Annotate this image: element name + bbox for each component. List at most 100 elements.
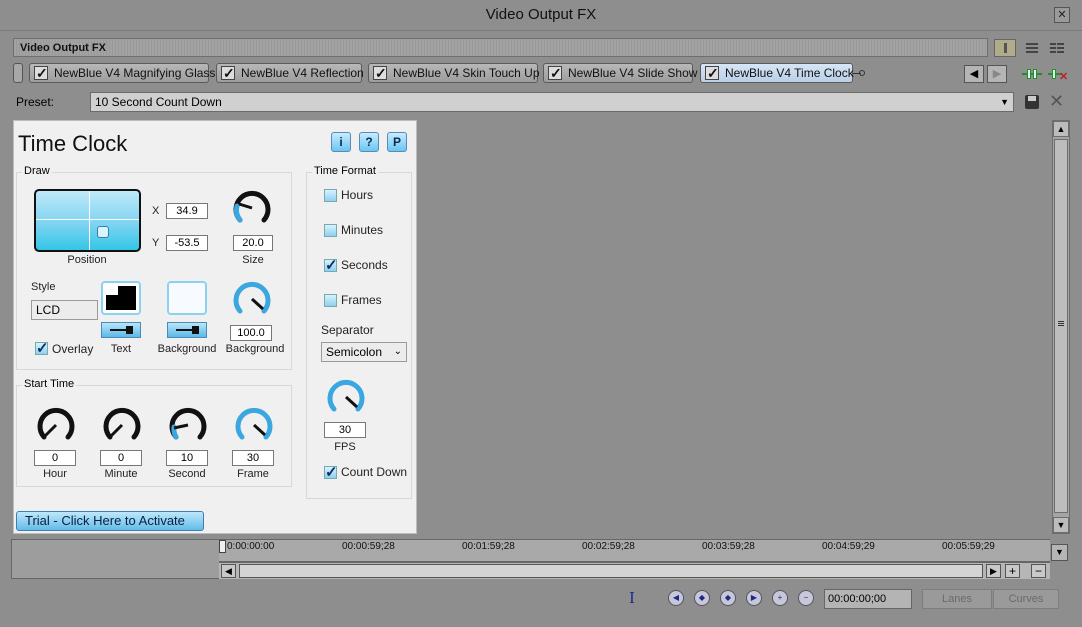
minute-input[interactable]: 0 — [100, 450, 142, 466]
y-input[interactable]: -53.5 — [166, 235, 208, 251]
view-list-icon[interactable] — [1022, 39, 1044, 57]
presets-button[interactable]: P — [387, 132, 407, 152]
frame-input[interactable]: 30 — [232, 450, 274, 466]
add-keyframe-icon[interactable]: + — [772, 590, 788, 606]
delete-keyframe-icon[interactable]: − — [798, 590, 814, 606]
playhead[interactable] — [219, 540, 226, 553]
chain-start-handle[interactable] — [13, 63, 23, 83]
delete-preset-icon[interactable]: ✕ — [1049, 91, 1064, 112]
fps-knob[interactable] — [324, 375, 368, 419]
chain-tab-magnifying-glass[interactable]: NewBlue V4 Magnifying Glass — [29, 63, 215, 83]
chain-tab-label: NewBlue V4 Time Clock — [725, 66, 854, 80]
second-input[interactable]: 10 — [166, 450, 208, 466]
lanes-button[interactable]: Lanes — [922, 589, 992, 609]
timeline-ruler[interactable]: 0:00:00:00 00:00:59;28 00:01:59;28 00:02… — [219, 540, 1050, 562]
info-button[interactable]: i — [331, 132, 351, 152]
frame-knob[interactable] — [232, 403, 276, 447]
draw-group-label: Draw — [22, 165, 52, 177]
chain-tab-time-clock[interactable]: NewBlue V4 Time Clock — [700, 63, 854, 83]
curves-button[interactable]: Curves — [993, 589, 1059, 609]
x-input[interactable]: 34.9 — [166, 203, 208, 219]
prev-plugin-button[interactable]: ◀ — [964, 65, 984, 83]
count-down-checkbox[interactable] — [324, 463, 338, 481]
background-label-2: Background — [225, 343, 285, 355]
style-dropdown[interactable]: LCD — [31, 300, 98, 320]
time-input[interactable]: 00:00:00;00 — [824, 589, 912, 609]
text-opacity-slider[interactable] — [101, 322, 141, 338]
size-label: Size — [242, 254, 264, 266]
hour-input[interactable]: 0 — [34, 450, 76, 466]
position-pad[interactable] — [34, 189, 141, 252]
background-opacity-slider[interactable] — [167, 322, 207, 338]
next-keyframe-icon[interactable]: ◆ — [720, 590, 736, 606]
zoom-out-icon[interactable]: − — [1031, 564, 1046, 578]
frames-checkbox[interactable] — [324, 294, 337, 307]
activate-button[interactable]: Trial - Click Here to Activate — [16, 511, 204, 531]
minute-knob[interactable] — [100, 403, 144, 447]
size-knob[interactable] — [230, 186, 274, 230]
start-time-label: Start Time — [22, 378, 77, 390]
minutes-checkbox[interactable] — [324, 224, 337, 237]
size-input[interactable]: 20.0 — [233, 235, 273, 251]
scroll-up-icon[interactable]: ▲ — [1053, 121, 1069, 137]
plugin-chain: NewBlue V4 Magnifying Glass NewBlue V4 R… — [13, 63, 868, 85]
help-button[interactable]: ? — [359, 132, 379, 152]
timeline-scroll-thumb[interactable] — [239, 564, 983, 578]
close-button[interactable]: ✕ — [1054, 7, 1070, 23]
background-input[interactable]: 100.0 — [230, 325, 272, 341]
chain-tab-reflection[interactable]: NewBlue V4 Reflection — [216, 63, 364, 83]
second-knob[interactable] — [166, 403, 210, 447]
sync-cursor-icon[interactable]: I — [629, 589, 645, 607]
chain-tab-label: NewBlue V4 Slide Show — [568, 66, 698, 80]
text-label: Text — [110, 343, 132, 355]
chain-tab-slide-show[interactable]: NewBlue V4 Slide Show — [543, 63, 697, 83]
checkbox-icon[interactable] — [221, 64, 235, 82]
checkbox-icon[interactable] — [548, 64, 562, 82]
checkbox-icon[interactable] — [705, 64, 719, 82]
hour-label: Hour — [43, 468, 67, 480]
position-handle[interactable] — [97, 226, 109, 238]
view-grid-icon[interactable] — [1048, 39, 1070, 57]
checkbox-icon[interactable] — [373, 64, 387, 82]
last-keyframe-icon[interactable]: ▶ — [746, 590, 762, 606]
first-keyframe-icon[interactable]: ◀ — [668, 590, 684, 606]
view-single-icon[interactable] — [994, 39, 1016, 57]
preset-value: 10 Second Count Down — [95, 95, 222, 109]
chain-tab-skin-touch-up[interactable]: NewBlue V4 Skin Touch Up — [368, 63, 540, 83]
fps-input[interactable]: 30 — [324, 422, 366, 438]
overlay-checkbox[interactable] — [35, 339, 49, 357]
background-color-swatch[interactable] — [167, 281, 207, 315]
window-title: Video Output FX — [485, 6, 597, 23]
prev-keyframe-icon[interactable]: ◆ — [694, 590, 710, 606]
timeline-scrollbar[interactable]: ◀ ▶ + − — [219, 562, 1050, 579]
tick-label: 00:02:59;28 — [582, 541, 635, 552]
timeline-menu-icon[interactable]: ▼ — [1051, 544, 1068, 561]
vertical-scrollbar[interactable]: ▲ ▼ — [1052, 120, 1070, 534]
scroll-thumb[interactable] — [1054, 139, 1068, 513]
remove-plugin-icon[interactable]: ✕ — [1048, 66, 1068, 83]
next-plugin-button[interactable]: ▶ — [987, 65, 1007, 83]
scroll-left-icon[interactable]: ◀ — [221, 564, 236, 578]
second-label: Second — [168, 468, 206, 480]
minutes-label: Minutes — [341, 223, 384, 237]
chain-tab-label: NewBlue V4 Reflection — [241, 66, 364, 80]
save-preset-icon[interactable] — [1025, 95, 1039, 109]
plugin-chain-icon[interactable] — [1022, 66, 1042, 82]
fx-header-label: Video Output FX — [20, 42, 106, 54]
scroll-down-icon[interactable]: ▼ — [1053, 517, 1069, 533]
overlay-label: Overlay — [52, 342, 94, 356]
separator-label: Separator — [321, 323, 374, 337]
position-label: Position — [67, 254, 107, 266]
background-knob[interactable] — [230, 277, 274, 321]
count-down-label: Count Down — [341, 465, 408, 479]
preset-dropdown[interactable]: 10 Second Count Down ▼ — [90, 92, 1014, 112]
text-color-swatch[interactable] — [101, 281, 141, 315]
seconds-checkbox[interactable] — [324, 256, 338, 274]
separator-dropdown[interactable]: Semicolon ⌄ — [321, 342, 407, 362]
scroll-right-icon[interactable]: ▶ — [986, 564, 1001, 578]
hour-knob[interactable] — [34, 403, 78, 447]
tick-label: 00:00:59;28 — [342, 541, 395, 552]
hours-checkbox[interactable] — [324, 189, 337, 202]
checkbox-icon[interactable] — [34, 64, 48, 82]
zoom-in-icon[interactable]: + — [1005, 564, 1020, 578]
